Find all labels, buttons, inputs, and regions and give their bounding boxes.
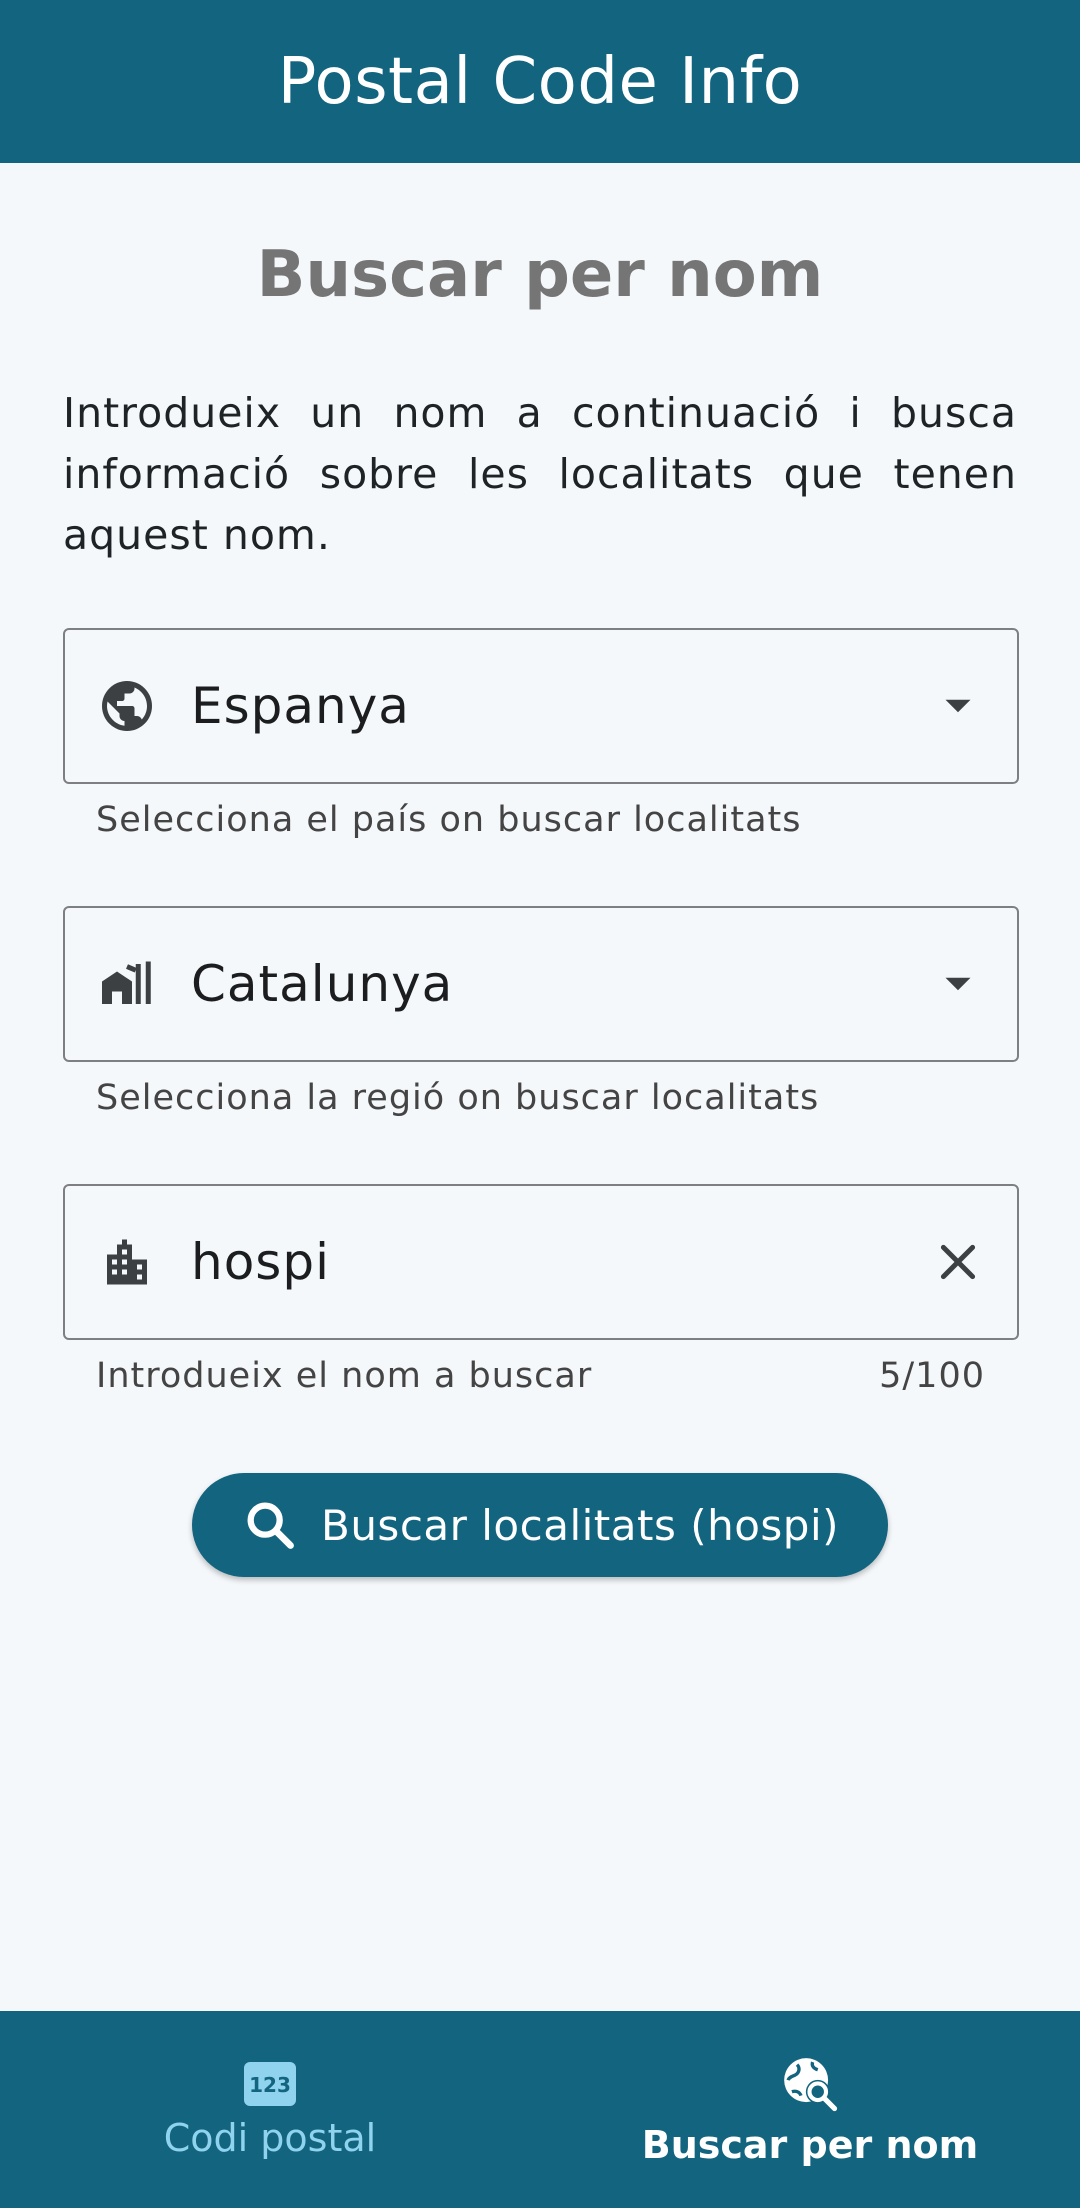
nav-item-search-by-name[interactable]: Buscar per nom xyxy=(540,2011,1080,2208)
globe-search-icon xyxy=(784,2057,838,2111)
region-value: Catalunya xyxy=(191,955,454,1013)
search-localities-button[interactable]: Buscar localitats (hospi) xyxy=(192,1473,888,1577)
region-buildings-icon xyxy=(102,961,151,1004)
search-icon xyxy=(247,1502,294,1549)
country-dropdown[interactable]: Espanya xyxy=(63,628,1019,784)
region-helper: Selecciona la regió on buscar localitats xyxy=(96,1078,820,1118)
globe-icon xyxy=(102,681,152,731)
numbers-123-icon: 123 xyxy=(244,2061,296,2106)
name-input-value: hospi xyxy=(191,1233,330,1291)
app-bar: Postal Code Info xyxy=(0,0,1080,163)
name-helper: Introdueix el nom a buscar xyxy=(96,1356,593,1396)
nav-label-search-by-name: Buscar per nom xyxy=(641,2122,979,2167)
dropdown-arrow-icon xyxy=(945,699,971,713)
dropdown-arrow-icon xyxy=(945,977,971,991)
clear-icon[interactable] xyxy=(933,1237,983,1287)
nav-item-postal-code[interactable]: 123 Codi postal xyxy=(0,2011,540,2208)
country-helper: Selecciona el país on buscar localitats xyxy=(96,800,802,840)
bottom-navigation: 123 Codi postal Buscar per nom xyxy=(0,2011,1080,2208)
name-search-input[interactable]: hospi xyxy=(63,1184,1019,1340)
app-title: Postal Code Info xyxy=(277,44,803,119)
country-value: Espanya xyxy=(191,677,410,735)
city-icon xyxy=(107,1239,147,1285)
intro-text: Introdueix un nom a continuació i busca … xyxy=(63,389,1017,559)
character-counter: 5/100 xyxy=(879,1356,985,1396)
search-button-label: Buscar localitats (hospi) xyxy=(321,1500,839,1550)
page-title: Buscar per nom xyxy=(256,238,824,312)
svg-text:123: 123 xyxy=(249,2073,291,2097)
region-dropdown[interactable]: Catalunya xyxy=(63,906,1019,1062)
nav-label-postal-code: Codi postal xyxy=(163,2115,377,2160)
